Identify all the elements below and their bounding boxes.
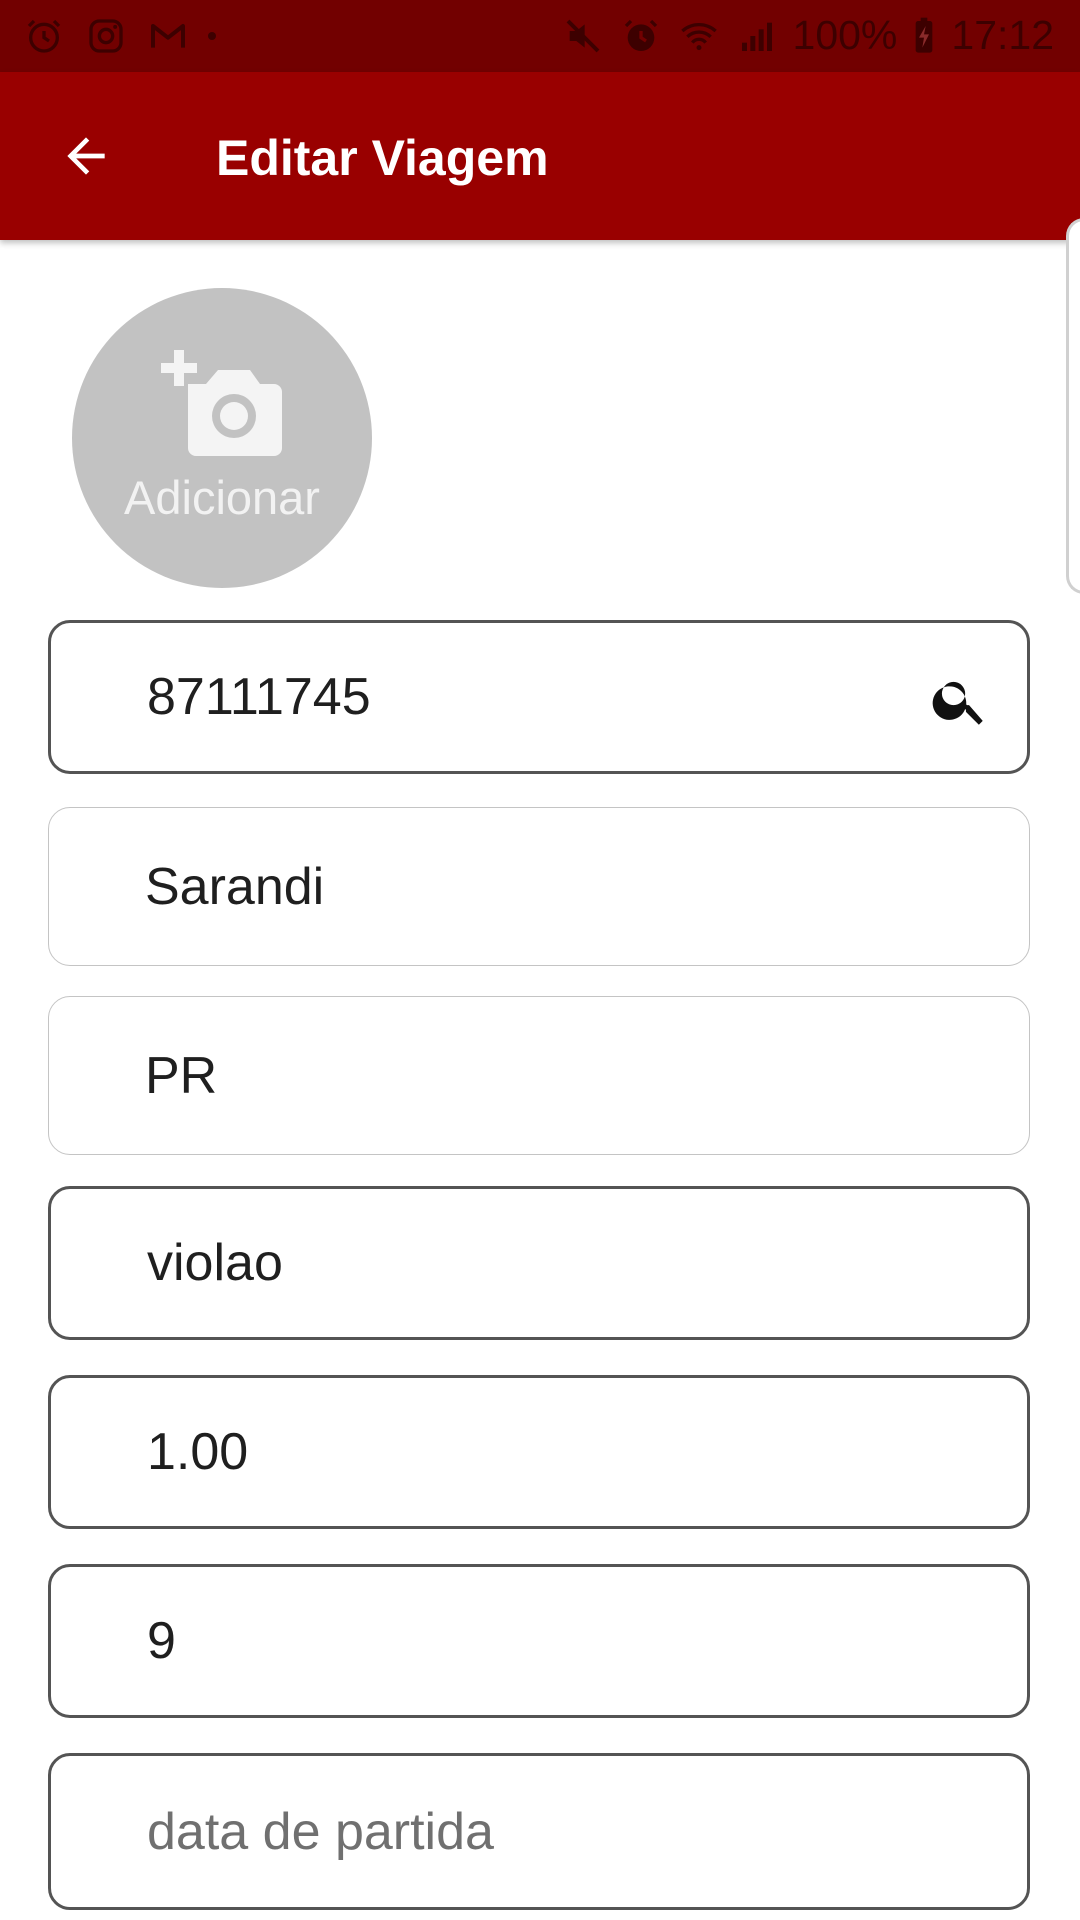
- side-sheet-edge: [1066, 218, 1080, 594]
- add-a-photo-icon: [161, 350, 282, 456]
- status-bar: 100% 17:12: [0, 0, 1080, 72]
- valor-input[interactable]: [147, 1378, 907, 1526]
- battery-percent: 100%: [792, 12, 898, 58]
- add-photo-label: Adicionar: [124, 471, 320, 524]
- cep-field[interactable]: [48, 620, 1030, 774]
- descricao-field[interactable]: [48, 1186, 1030, 1340]
- instagram-icon: [84, 14, 128, 58]
- descricao-input[interactable]: [147, 1189, 907, 1337]
- arrow-back-icon: [67, 137, 105, 175]
- cep-input[interactable]: [147, 623, 907, 771]
- cidade-input[interactable]: [145, 808, 905, 965]
- data-partida-field[interactable]: [48, 1753, 1030, 1910]
- clock: 17:12: [951, 12, 1054, 58]
- alarm-icon: [619, 14, 663, 58]
- battery-charging-icon: [911, 14, 937, 58]
- dot-icon: [208, 32, 216, 40]
- wifi-icon: [677, 14, 721, 58]
- back-button[interactable]: [42, 112, 130, 200]
- quantidade-input[interactable]: [147, 1567, 907, 1715]
- mute-icon: [561, 14, 605, 58]
- estado-field[interactable]: [48, 996, 1030, 1155]
- alarm-icon: [22, 14, 66, 58]
- status-left-icons: [22, 14, 216, 58]
- gmail-icon: [146, 14, 190, 58]
- add-photo-button[interactable]: Adicionar: [72, 288, 372, 588]
- signal-icon: [735, 14, 779, 58]
- app-bar: Editar Viagem: [0, 72, 1080, 240]
- cidade-field[interactable]: [48, 807, 1030, 966]
- estado-input[interactable]: [145, 997, 905, 1154]
- search-icon[interactable]: [929, 669, 991, 731]
- valor-field[interactable]: [48, 1375, 1030, 1529]
- status-right-icons: 100% 17:12: [561, 12, 1054, 59]
- page-title: Editar Viagem: [216, 130, 549, 186]
- quantidade-field[interactable]: [48, 1564, 1030, 1718]
- data-partida-input[interactable]: [147, 1756, 907, 1907]
